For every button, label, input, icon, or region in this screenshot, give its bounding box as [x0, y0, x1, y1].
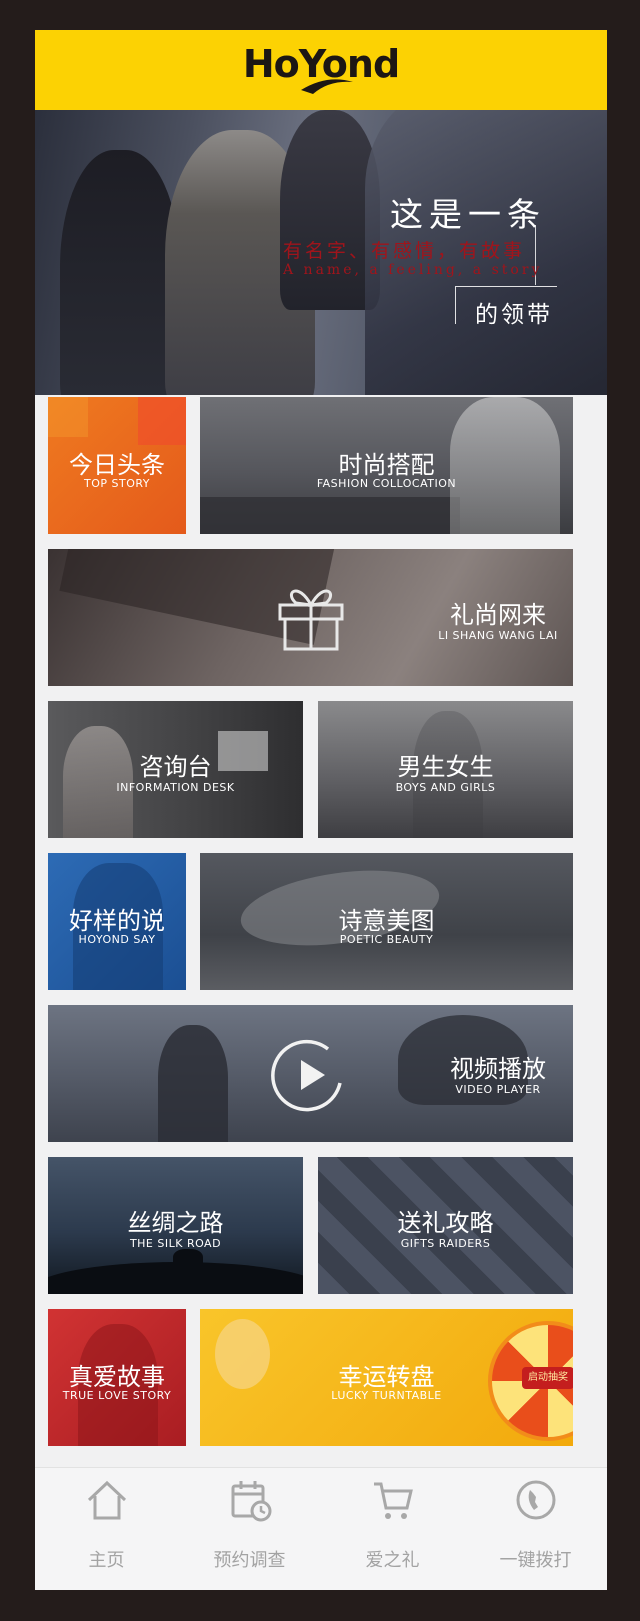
tile-subtitle: VIDEO PLAYER — [455, 1083, 541, 1096]
tile-subtitle: THE SILK ROAD — [129, 1237, 222, 1250]
hero-banner[interactable]: 这是一条 有名字、有感情，有故事 A name, a feeling, a st… — [35, 110, 607, 395]
tile-subtitle: TOP STORY — [83, 477, 151, 490]
tile-title: 男生女生 — [397, 753, 494, 781]
tile-subtitle: GIFTS RAIDERS — [400, 1237, 491, 1250]
tile-subtitle: LI SHANG WANG LAI — [438, 629, 558, 642]
tile-subtitle: INFORMATION DESK — [116, 781, 235, 794]
tile-subtitle: LUCKY TURNTABLE — [331, 1389, 442, 1402]
tab-label: 一键拨打 — [499, 1550, 572, 1571]
phone-icon — [516, 1480, 556, 1520]
tile-fashion-collocation[interactable]: 时尚搭配 FASHION COLLOCATION — [200, 397, 573, 534]
tile-lucky-turntable[interactable]: 启动抽奖 幸运转盘 LUCKY TURNTABLE — [200, 1309, 573, 1446]
tile-subtitle: HOYOND SAY — [78, 933, 156, 946]
tile-subtitle: TRUE LOVE STORY — [62, 1389, 172, 1402]
tile-boys-and-girls[interactable]: 男生女生 BOYS AND GIRLS — [318, 701, 573, 838]
tab-gift-of-love[interactable]: 爱之礼 — [321, 1468, 464, 1590]
banner-tail-text: 的领带 — [475, 302, 553, 328]
tab-label: 预约调查 — [213, 1550, 286, 1571]
tile-true-love-story[interactable]: 真爱故事 TRUE LOVE STORY — [48, 1309, 186, 1446]
tile-title: 咨询台 — [139, 753, 212, 781]
tile-title: 送礼攻略 — [397, 1209, 494, 1237]
tile-title: 丝绸之路 — [127, 1209, 224, 1237]
tile-top-story[interactable]: 今日头条 TOP STORY — [48, 397, 186, 534]
calendar-icon — [231, 1481, 272, 1522]
tile-video-player[interactable]: 视频播放 VIDEO PLAYER — [48, 1005, 573, 1142]
banner-subtitle-cn: 有名字、有感情，有故事 — [283, 240, 526, 262]
tab-one-click-call[interactable]: 一键拨打 — [464, 1468, 607, 1590]
cart-icon — [374, 1482, 413, 1519]
tile-subtitle: POETIC BEAUTY — [339, 933, 434, 946]
tile-title: 时尚搭配 — [338, 451, 435, 479]
tile-pattern — [138, 397, 186, 445]
tab-home[interactable]: 主页 — [35, 1468, 178, 1590]
tile-hoyond-say[interactable]: 好样的说 HOYOND SAY — [48, 853, 186, 990]
tile-title: 礼尚网来 — [450, 601, 546, 629]
play-icon[interactable] — [270, 1035, 350, 1115]
tile-silk-road[interactable]: 丝绸之路 THE SILK ROAD — [48, 1157, 303, 1294]
tile-title: 幸运转盘 — [338, 1363, 435, 1391]
banner-subtitle-en: A name, a feeling, a story — [283, 262, 543, 278]
gift-icon — [278, 589, 344, 651]
tile-title: 诗意美图 — [338, 907, 435, 935]
banner-title: 这是一条 — [390, 195, 546, 234]
tile-title: 好样的说 — [69, 907, 165, 935]
tile-information-desk[interactable]: 咨询台 INFORMATION DESK — [48, 701, 303, 838]
camel-silhouette — [173, 1249, 203, 1269]
logo-swoosh-icon — [301, 79, 353, 94]
tile-subtitle: FASHION COLLOCATION — [316, 477, 457, 490]
tile-title: 今日头条 — [69, 451, 165, 479]
tile-poetic-beauty[interactable]: 诗意美图 POETIC BEAUTY — [200, 853, 573, 990]
tile-subtitle: BOYS AND GIRLS — [395, 781, 496, 794]
tile-title: 视频播放 — [450, 1055, 546, 1083]
app-screen: HoYond 这是一条 有名字、有感情，有故事 A name, a feelin… — [35, 30, 607, 1590]
tile-pattern — [48, 397, 88, 437]
tab-label: 主页 — [88, 1550, 125, 1571]
tile-gifts-raiders[interactable]: 送礼攻略 GIFTS RAIDERS — [318, 1157, 573, 1294]
tab-label: 爱之礼 — [365, 1550, 420, 1571]
home-icon — [87, 1480, 127, 1520]
header-bar: HoYond — [35, 30, 607, 110]
tile-title: 真爱故事 — [69, 1363, 165, 1391]
model-figure-left — [60, 150, 180, 395]
man-figure — [158, 1025, 228, 1142]
tab-reservation-survey[interactable]: 预约调查 — [178, 1468, 321, 1590]
city-skyline — [200, 497, 460, 534]
tile-li-shang-wang-lai[interactable]: 礼尚网来 LI SHANG WANG LAI — [48, 549, 573, 686]
bottom-tab-bar: 主页 预约调查 爱之礼 一键拨打 — [35, 1467, 607, 1590]
